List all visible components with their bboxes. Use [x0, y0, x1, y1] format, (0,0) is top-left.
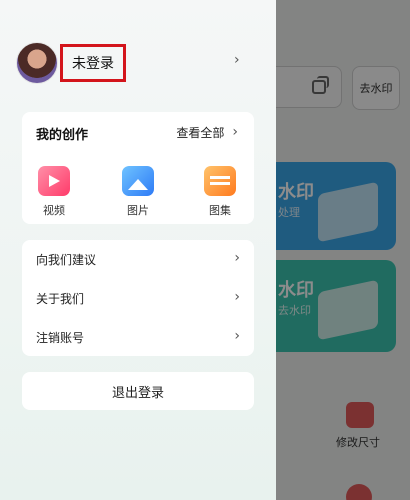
chevron-right-icon[interactable]: ›: [234, 328, 240, 344]
creation-item-image[interactable]: 图片: [118, 166, 158, 222]
video-icon[interactable]: [38, 166, 70, 196]
creation-item-label[interactable]: 视频: [34, 202, 74, 218]
image-icon[interactable]: [122, 166, 154, 196]
chevron-right-icon[interactable]: ›: [234, 289, 240, 305]
logout-button[interactable]: 退出登录: [22, 372, 254, 410]
creation-item-label[interactable]: 图片: [118, 202, 158, 218]
view-all-link[interactable]: 查看全部 ›: [176, 124, 238, 141]
profile-row[interactable]: 未登录 ›: [14, 40, 254, 86]
creations-title: 我的创作: [36, 128, 89, 143]
creation-item-label[interactable]: 图集: [200, 202, 240, 218]
chevron-right-icon[interactable]: ›: [234, 52, 240, 68]
logout-label[interactable]: 退出登录: [112, 382, 164, 401]
menu-item-label[interactable]: 关于我们: [36, 290, 84, 307]
album-icon[interactable]: [204, 166, 236, 196]
login-label[interactable]: 未登录: [72, 53, 114, 73]
chevron-right-icon[interactable]: ›: [234, 250, 240, 266]
menu-item-feedback[interactable]: 向我们建议 ›: [22, 240, 254, 278]
menu-item-delete-account[interactable]: 注销账号 ›: [22, 318, 254, 356]
menu-item-label[interactable]: 注销账号: [36, 329, 84, 346]
view-all-label[interactable]: 查看全部: [176, 124, 224, 141]
side-drawer: 未登录 › 我的创作 查看全部 › 视频 图片 图集 向我们建议 › 关于我们 …: [0, 0, 276, 500]
login-highlight-box[interactable]: 未登录: [60, 44, 126, 82]
avatar[interactable]: [16, 42, 58, 84]
chevron-right-icon[interactable]: ›: [232, 124, 238, 141]
menu-item-label[interactable]: 向我们建议: [36, 251, 96, 268]
my-creations-card: 我的创作 查看全部 › 视频 图片 图集: [22, 112, 254, 224]
settings-menu: 向我们建议 › 关于我们 › 注销账号 ›: [22, 240, 254, 356]
creation-item-album[interactable]: 图集: [200, 166, 240, 222]
menu-item-about[interactable]: 关于我们 ›: [22, 279, 254, 317]
creation-item-video[interactable]: 视频: [34, 166, 74, 222]
